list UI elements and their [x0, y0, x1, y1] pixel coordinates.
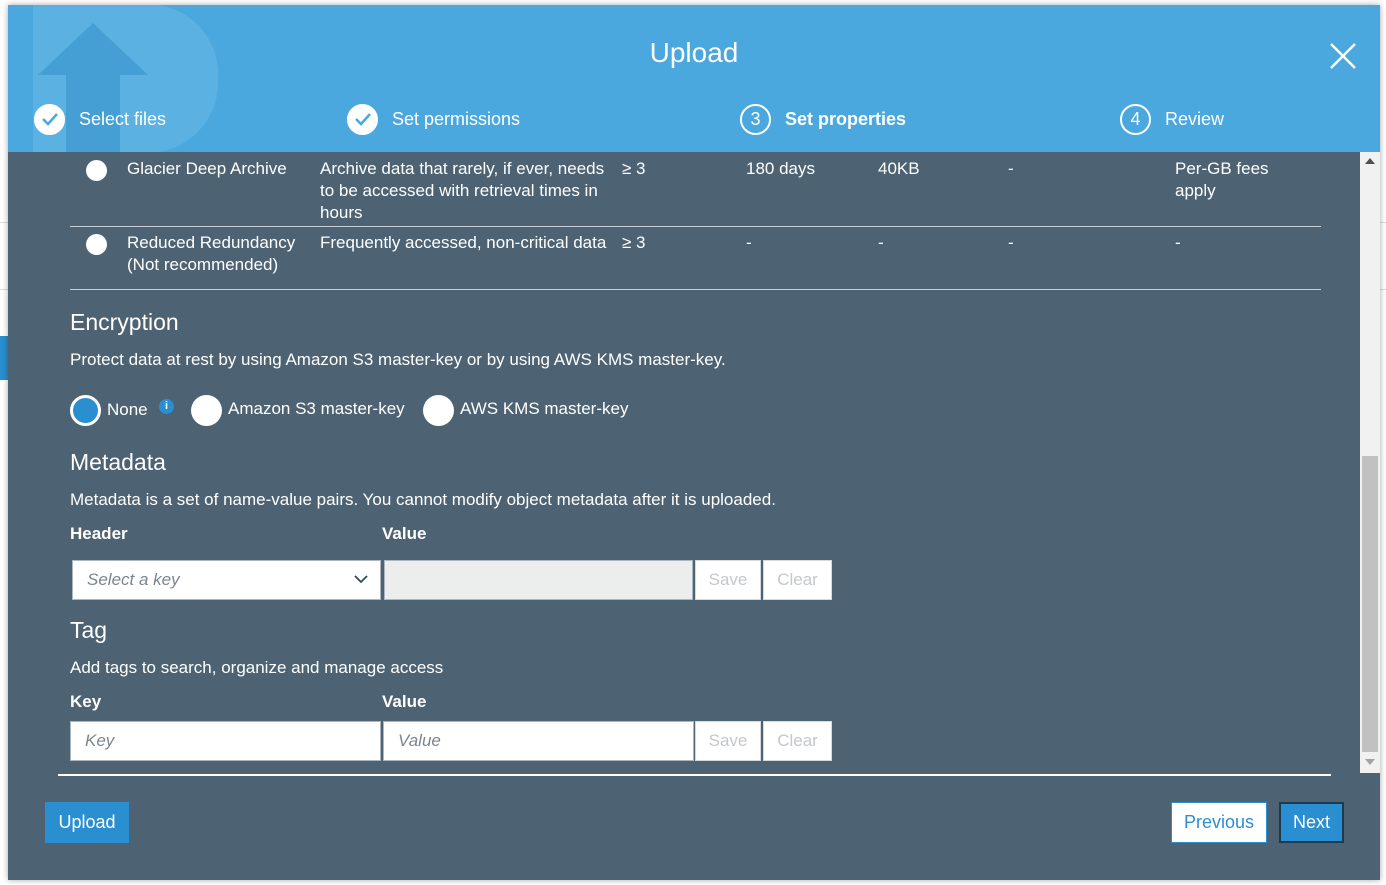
metadata-key-select[interactable]: Select a key — [72, 560, 381, 600]
scrollbar[interactable] — [1360, 152, 1380, 773]
chevron-down-icon — [354, 575, 368, 584]
metadata-value-label: Value — [382, 524, 427, 543]
step-number: 4 — [1120, 103, 1151, 135]
step-set-properties[interactable]: 3 Set properties — [740, 103, 906, 135]
step-set-permissions[interactable]: Set permissions — [347, 103, 520, 135]
step-review[interactable]: 4 Review — [1120, 103, 1224, 135]
encryption-kms-label: AWS KMS master-key — [460, 399, 629, 418]
storage-class-name: Reduced Redundancy (Not recommended) — [127, 233, 296, 274]
storage-class-radio[interactable] — [86, 234, 107, 255]
encryption-s3-label: Amazon S3 master-key — [228, 399, 405, 418]
tag-title: Tag — [70, 617, 108, 643]
storage-class-min-duration: - — [746, 233, 752, 252]
modal-title: Upload — [649, 37, 739, 68]
footer-divider — [58, 774, 1331, 776]
previous-button[interactable]: Previous — [1171, 802, 1267, 843]
storage-class-retrieval: - — [1175, 233, 1181, 252]
close-icon[interactable] — [1328, 41, 1358, 71]
storage-class-description: Archive data that rarely, if ever, needs… — [320, 159, 605, 222]
storage-class-monitoring: - — [1008, 233, 1014, 252]
tag-value-input[interactable]: Value — [383, 721, 694, 761]
step-label: Set properties — [785, 108, 907, 129]
modal-content: Glacier Deep Archive Archive data that r… — [8, 152, 1360, 772]
encryption-s3-radio[interactable] — [191, 395, 222, 426]
encryption-title: Encryption — [70, 309, 179, 335]
modal-header: Upload Select files Set permissions 3 Se… — [8, 5, 1380, 152]
storage-class-min-duration: 180 days — [746, 159, 815, 178]
storage-class-min-size: - — [878, 233, 884, 252]
scroll-thumb[interactable] — [1362, 456, 1378, 752]
metadata-save-button[interactable]: Save — [695, 560, 761, 600]
storage-class-row[interactable]: Glacier Deep Archive Archive data that r… — [70, 158, 1321, 227]
tag-description: Add tags to search, organize and manage … — [70, 658, 444, 677]
scroll-up-icon[interactable] — [1365, 158, 1375, 164]
check-icon — [34, 103, 65, 135]
storage-class-retrieval: Per-GB fees apply — [1175, 159, 1269, 200]
check-icon — [347, 103, 378, 135]
metadata-title: Metadata — [70, 449, 166, 475]
step-label: Review — [1165, 108, 1225, 129]
storage-class-radio[interactable] — [86, 160, 107, 181]
metadata-key-placeholder: Select a key — [87, 570, 180, 589]
metadata-header-label: Header — [70, 524, 128, 543]
step-select-files[interactable]: Select files — [34, 103, 166, 135]
info-icon[interactable]: i — [159, 399, 174, 414]
step-label: Select files — [79, 108, 167, 129]
storage-class-az: ≥ 3 — [622, 159, 646, 178]
background-accent — [0, 336, 8, 380]
storage-class-name: Glacier Deep Archive — [127, 159, 287, 178]
tag-key-label: Key — [70, 692, 102, 711]
upload-button[interactable]: Upload — [45, 802, 129, 843]
storage-class-min-size: 40KB — [878, 159, 920, 178]
tag-clear-button[interactable]: Clear — [763, 721, 832, 761]
storage-class-az: ≥ 3 — [622, 233, 646, 252]
encryption-none-label: None — [107, 400, 148, 419]
metadata-clear-button[interactable]: Clear — [763, 560, 832, 600]
metadata-description: Metadata is a set of name-value pairs. Y… — [70, 490, 776, 509]
storage-class-monitoring: - — [1008, 159, 1014, 178]
metadata-value-input[interactable] — [384, 560, 693, 600]
tag-value-label: Value — [382, 692, 427, 711]
encryption-kms-radio[interactable] — [423, 395, 454, 426]
next-button[interactable]: Next — [1279, 802, 1344, 843]
step-label: Set permissions — [392, 108, 521, 129]
storage-class-row[interactable]: Reduced Redundancy (Not recommended) Fre… — [70, 232, 1321, 290]
encryption-description: Protect data at rest by using Amazon S3 … — [70, 350, 726, 369]
tag-key-input[interactable]: Key — [70, 721, 381, 761]
step-number: 3 — [740, 103, 771, 135]
tag-save-button[interactable]: Save — [695, 721, 761, 761]
scroll-down-icon[interactable] — [1365, 759, 1375, 765]
encryption-none-radio[interactable] — [70, 395, 101, 426]
upload-modal: Upload Select files Set permissions 3 Se… — [8, 5, 1380, 880]
storage-class-description: Frequently accessed, non-critical data — [320, 233, 607, 252]
